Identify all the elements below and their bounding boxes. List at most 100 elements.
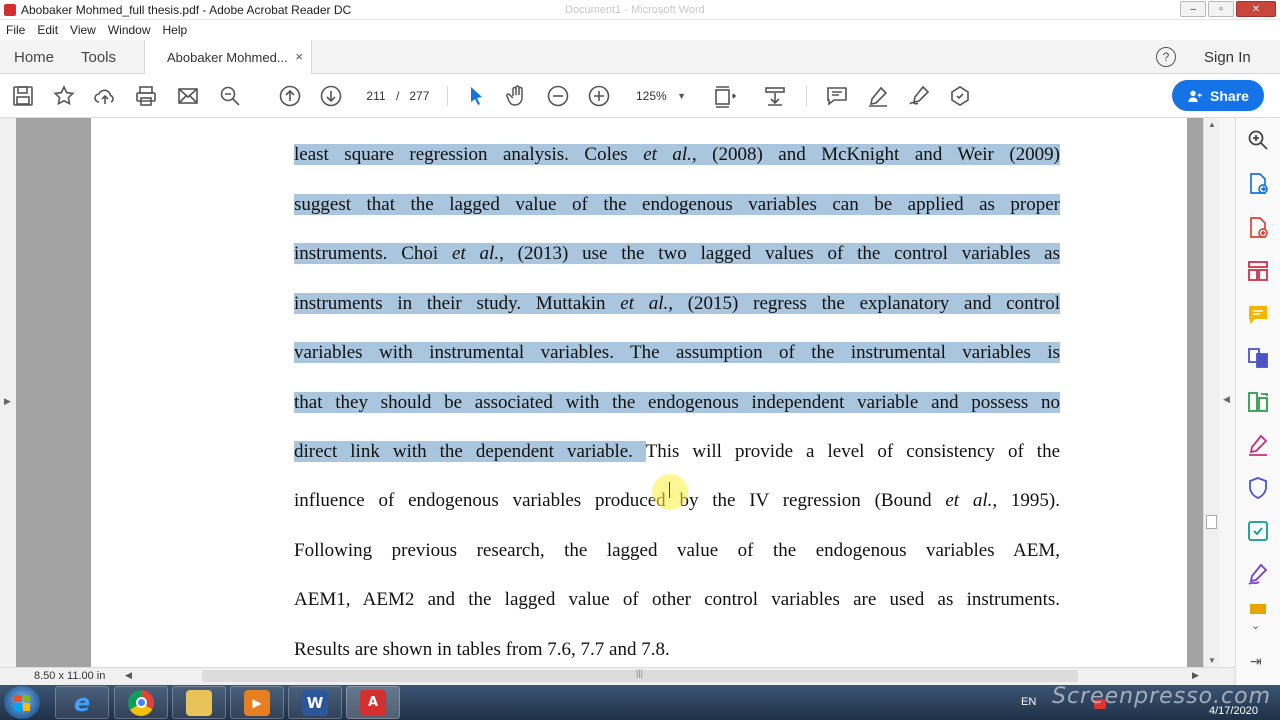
- chevron-down-icon: ▼: [677, 91, 686, 101]
- text-line: variables with instrumental variables. T…: [294, 340, 1060, 366]
- comment-icon[interactable]: [1246, 303, 1270, 327]
- page-separator: /: [396, 89, 400, 103]
- start-button[interactable]: [4, 686, 40, 719]
- vertical-scrollbar[interactable]: ▲ ▼: [1203, 118, 1219, 667]
- scroll-down-icon[interactable]: ▼: [1208, 656, 1216, 665]
- menu-window[interactable]: Window: [108, 23, 151, 37]
- collapse-pane-icon[interactable]: ⇥: [1250, 653, 1262, 670]
- tab-home[interactable]: Home: [14, 49, 54, 66]
- selected-text: that they should be associated with the …: [294, 392, 1060, 413]
- organize-pages-icon[interactable]: [1246, 259, 1270, 283]
- tab-document[interactable]: Abobaker Mohmed... ×: [144, 40, 312, 74]
- taskbar-media-player[interactable]: ▶: [230, 686, 284, 719]
- tab-row: Home Tools Abobaker Mohmed... × ? Sign I…: [0, 40, 1280, 74]
- scroll-mode-icon[interactable]: [763, 84, 787, 108]
- selected-text: least square regression analysis. Coles …: [294, 144, 1060, 165]
- zoom-out-icon[interactable]: [546, 84, 570, 108]
- toolbar-divider: [447, 86, 448, 106]
- mouse-cursor-highlight: [652, 474, 688, 510]
- scroll-thumb[interactable]: [1206, 515, 1217, 529]
- right-panel-toggle[interactable]: ◀: [1219, 118, 1235, 667]
- highlight-pen-icon[interactable]: [866, 84, 890, 108]
- text-line: instruments in their study. Muttakin et …: [294, 291, 1060, 317]
- share-button[interactable]: Share: [1172, 80, 1264, 111]
- selected-text: suggest that the lagged value of the end…: [294, 194, 1060, 215]
- window-title: Abobaker Mohmed_full thesis.pdf - Adobe …: [21, 2, 352, 17]
- selected-text: direct link with the dependent variable.: [294, 441, 646, 462]
- zoom-value: 125%: [636, 89, 667, 103]
- edit-pdf-icon[interactable]: [1246, 390, 1270, 414]
- screenpresso-watermark: Screenpresso.com: [1052, 684, 1272, 709]
- taskbar-acrobat[interactable]: A: [346, 686, 400, 719]
- more-icon[interactable]: [1246, 602, 1270, 614]
- sign-icon[interactable]: [907, 84, 931, 108]
- comment-icon[interactable]: [825, 84, 849, 108]
- sign-in-link[interactable]: Sign In: [1204, 49, 1251, 66]
- prev-page-icon[interactable]: [278, 84, 302, 108]
- create-pdf-icon[interactable]: [1246, 216, 1270, 240]
- left-nav-collapsed[interactable]: ▶: [0, 118, 16, 667]
- page-total: / 277: [396, 86, 429, 106]
- fill-sign-icon[interactable]: [1246, 433, 1270, 457]
- text-line: instruments. Choi et al., (2013) use the…: [294, 241, 1060, 267]
- word-icon: W: [302, 689, 328, 716]
- taskbar-file-explorer[interactable]: [172, 686, 226, 719]
- zoom-in-icon[interactable]: [587, 84, 611, 108]
- find-icon[interactable]: [218, 84, 242, 108]
- scroll-grip-icon: |||: [636, 668, 644, 678]
- sign-pen-icon[interactable]: [1246, 562, 1270, 586]
- chevron-down-icon[interactable]: ⌄: [1251, 619, 1260, 632]
- unselected-text: This will provide a level of consistency…: [645, 441, 1060, 462]
- menu-file[interactable]: File: [6, 23, 25, 37]
- taskbar-chrome[interactable]: [114, 686, 168, 719]
- media-player-icon: ▶: [244, 689, 270, 716]
- protect-icon[interactable]: [1246, 476, 1270, 500]
- page-number-input[interactable]: 211: [360, 86, 392, 106]
- zoom-select[interactable]: 125% ▼: [628, 86, 690, 106]
- export-pdf-icon[interactable]: [1246, 172, 1270, 196]
- menu-help[interactable]: Help: [163, 23, 188, 37]
- share-label: Share: [1210, 87, 1249, 104]
- combine-files-icon[interactable]: [1246, 346, 1270, 370]
- maximize-button[interactable]: ▫: [1208, 1, 1234, 17]
- close-tab-icon[interactable]: ×: [295, 49, 303, 64]
- language-indicator[interactable]: EN: [1021, 696, 1036, 708]
- expand-left-panel-icon[interactable]: ▶: [4, 396, 11, 407]
- fit-page-icon[interactable]: [712, 84, 737, 108]
- help-icon[interactable]: ?: [1156, 47, 1176, 67]
- text-line: suggest that the lagged value of the end…: [294, 192, 1060, 218]
- print-icon[interactable]: [134, 84, 158, 108]
- select-arrow-icon[interactable]: [464, 84, 488, 108]
- taskbar-word[interactable]: W: [288, 686, 342, 719]
- main-toolbar: 211 / 277 125% ▼ Share: [0, 74, 1280, 118]
- bookmark-star-icon[interactable]: [52, 84, 76, 108]
- text-line: Results are shown in tables from 7.6, 7.…: [294, 639, 670, 660]
- tab-tools[interactable]: Tools: [81, 49, 116, 66]
- hand-icon[interactable]: [505, 84, 529, 108]
- send-review-icon[interactable]: [1246, 519, 1270, 543]
- minimize-button[interactable]: –: [1180, 1, 1206, 17]
- taskbar-internet-explorer[interactable]: e: [55, 686, 109, 719]
- title-bar: Abobaker Mohmed_full thesis.pdf - Adobe …: [0, 0, 1280, 20]
- chrome-icon: [128, 689, 154, 716]
- email-icon[interactable]: [176, 84, 200, 108]
- upload-cloud-icon[interactable]: [93, 84, 117, 108]
- window-controls: – ▫ ✕: [1180, 1, 1276, 17]
- collapse-right-panel-icon[interactable]: ◀: [1223, 394, 1230, 405]
- selected-text: instruments. Choi et al., (2013) use the…: [294, 243, 1060, 264]
- close-window-button[interactable]: ✕: [1236, 1, 1276, 17]
- scroll-right-icon[interactable]: ▶: [1192, 670, 1199, 681]
- menu-view[interactable]: View: [70, 23, 96, 37]
- menu-edit[interactable]: Edit: [37, 23, 58, 37]
- text-line: Following previous research, the lagged …: [294, 540, 1060, 561]
- more-tools-icon[interactable]: [948, 84, 972, 108]
- search-zoom-icon[interactable]: [1246, 128, 1270, 152]
- scroll-up-icon[interactable]: ▲: [1208, 120, 1216, 129]
- scroll-left-icon[interactable]: ◀: [125, 670, 132, 681]
- menu-bar: File Edit View Window Help: [0, 20, 1280, 40]
- next-page-icon[interactable]: [319, 84, 343, 108]
- tools-pane: ⌄ ⇥: [1235, 118, 1280, 685]
- background-window-title: Document1 - Microsoft Word: [565, 3, 705, 16]
- tab-document-label: Abobaker Mohmed...: [167, 49, 288, 65]
- save-icon[interactable]: [11, 84, 35, 108]
